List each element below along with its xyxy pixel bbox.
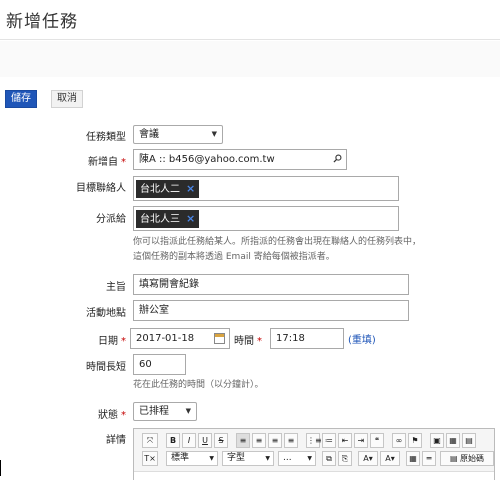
chevron-down-icon: ▼ [307,455,312,462]
status-label: 狀態 * [98,410,126,421]
size-label: ... [283,453,292,463]
target-contacts-label: 目標聯絡人 [76,183,126,194]
align-right-icon[interactable]: ≡ [268,433,282,448]
required-marker: * [121,157,126,168]
bold-button[interactable]: B [166,433,180,448]
cancel-button[interactable]: 取消 [51,90,83,108]
duration-value: 60 [139,359,152,370]
assign-to-label: 分派給 [96,214,126,225]
media-icon[interactable]: ▤ [462,433,476,448]
chevron-down-icon: ▼ [185,407,191,415]
location-value: 辦公室 [139,305,169,316]
size-dropdown[interactable]: ... ▼ [278,451,316,466]
font-label: 字型 [227,453,246,463]
subject-input[interactable]: 填寫開會紀錄 [133,274,409,295]
task-type-value: 會議 [139,129,159,140]
chevron-down-icon: ▼ [211,130,217,138]
target-contacts-field[interactable]: 台北人二 × [133,176,399,201]
assign-help-line-1: 你可以指派此任務給某人。所指派的任務會出現在聯絡人的任務列表中， [133,237,422,247]
date-value: 2017-01-18 [136,333,195,344]
outdent-icon[interactable]: ⇤ [338,433,352,448]
blockquote-icon[interactable]: ❝ [370,433,384,448]
search-icon[interactable] [333,154,342,163]
indent-icon[interactable]: ⇥ [354,433,368,448]
subject-value: 填寫開會紀錄 [139,279,199,290]
created-by-field[interactable]: 陳A :: b456@yahoo.com.tw [133,149,347,170]
required-marker: * [121,336,126,347]
location-input[interactable]: 辦公室 [133,300,409,321]
source-icon: ▤ [449,454,458,463]
duration-label: 時間長短 [86,362,126,373]
chevron-down-icon: ▼ [265,455,270,462]
bullet-list-icon[interactable]: ≔ [322,433,336,448]
status-value: 已排程 [139,406,169,417]
table-insert-icon[interactable]: ▦ [406,451,420,466]
time-reset-link[interactable]: (重填) [348,331,376,346]
date-input[interactable]: 2017-01-18 [130,328,230,349]
remove-tag-icon[interactable]: × [186,210,195,228]
bg-color-icon[interactable]: A▾ [380,451,400,466]
location-label: 活動地點 [86,308,126,319]
chevron-down-icon: ▼ [209,455,214,462]
rich-text-editor[interactable]: ⤧ B I U S ≡ ≡ ≡ ≡ ⋮≡ ≔ ⇤ ⇥ ❝ ∞ ⚑ ▣ ▦ ▤ T… [133,428,495,481]
copy-icon[interactable]: ⧉ [322,451,336,466]
underline-button[interactable]: U [198,433,212,448]
source-button[interactable]: ▤ 原始碼 [440,451,494,466]
anchor-icon[interactable]: ⚑ [408,433,422,448]
contact-tag: 台北人二 × [136,180,200,198]
created-by-label: 新增自 * [88,157,126,168]
align-justify-icon[interactable]: ≡ [284,433,298,448]
page-title: 新增任務 [6,12,78,32]
created-by-value: 陳A :: b456@yahoo.com.tw [139,154,275,165]
link-icon[interactable]: ∞ [392,433,406,448]
page-header: 新增任務 [0,0,500,40]
numbered-list-icon[interactable]: ⋮≡ [306,433,322,448]
assign-to-field[interactable]: 台北人三 × [133,206,399,231]
text-cursor [0,460,1,476]
duration-input[interactable]: 60 [133,354,186,375]
task-type-select[interactable]: 會議 ▼ [133,125,223,144]
align-left-icon[interactable]: ≡ [236,433,250,448]
calendar-icon[interactable] [214,333,225,344]
remove-tag-icon[interactable]: × [186,180,195,198]
subject-label: 主旨 [106,282,126,293]
required-marker: * [257,336,262,347]
time-label: 時間 * [234,336,262,347]
font-dropdown[interactable]: 字型 ▼ [222,451,274,466]
clear-format-icon[interactable]: T× [142,451,158,466]
required-marker: * [121,410,126,421]
horizontal-rule-icon[interactable]: ═ [422,451,436,466]
table-icon[interactable]: ▦ [446,433,460,448]
strike-button[interactable]: S [214,433,228,448]
assignee-tag: 台北人三 × [136,210,200,228]
task-type-label: 任務類型 [86,132,126,143]
align-center-icon[interactable]: ≡ [252,433,266,448]
toolbar-band [0,41,500,77]
format-label: 標準 [171,453,190,463]
save-button[interactable]: 儲存 [5,90,37,108]
time-value: 17:18 [276,333,305,344]
italic-button[interactable]: I [182,433,196,448]
text-color-icon[interactable]: A▾ [358,451,378,466]
date-label: 日期 * [98,336,126,347]
time-input[interactable]: 17:18 [270,328,344,349]
source-label: 原始碼 [460,454,485,463]
assign-help-line-2: 這個任務的副本將透過 Email 寄給每個被指派者。 [133,252,335,262]
duration-help: 花在此任務的時間（以分鐘計）。 [133,380,264,390]
paste-icon[interactable]: ⎘ [338,451,352,466]
status-select[interactable]: 已排程 ▼ [133,402,197,421]
maximize-icon[interactable]: ⤧ [142,433,158,448]
format-dropdown[interactable]: 標準 ▼ [166,451,218,466]
image-icon[interactable]: ▣ [430,433,444,448]
details-label: 詳情 [106,435,126,446]
